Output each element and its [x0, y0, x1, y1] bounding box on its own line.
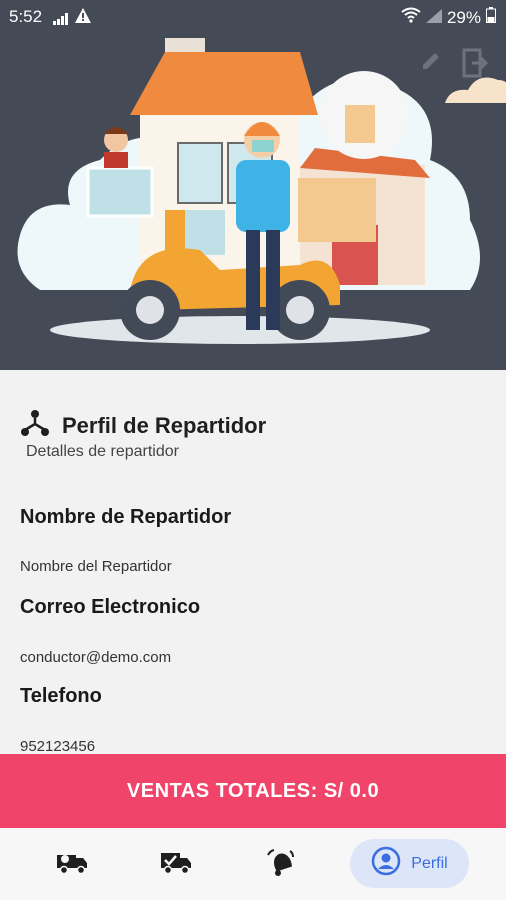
email-value: conductor@demo.com	[20, 649, 172, 666]
status-bar: 5:52 29%	[0, 0, 506, 34]
phone-value: 952123456	[20, 738, 96, 755]
email-label: Correo Electronico	[20, 596, 201, 618]
cell-signal-icon	[425, 8, 442, 28]
status-time: 5:52	[9, 7, 43, 26]
delivery-truck-icon	[56, 849, 88, 880]
edit-icon[interactable]	[420, 48, 444, 83]
logout-icon[interactable]	[462, 48, 489, 83]
nav-completed[interactable]	[152, 842, 200, 886]
name-value: Nombre del Repartidor	[20, 558, 172, 575]
truck-check-icon	[160, 849, 192, 880]
header-actions	[420, 48, 489, 83]
bottom-navigation: Perfil	[0, 828, 506, 900]
phone-label: Telefono	[20, 685, 102, 707]
nav-profile-label: Perfil	[411, 854, 448, 872]
battery-icon	[486, 7, 496, 28]
name-label: Nombre de Repartidor	[20, 506, 232, 528]
wifi-icon	[401, 7, 421, 28]
profile-heading: Perfil de Repartidor	[20, 408, 266, 443]
profile-header: 5:52 29%	[0, 0, 506, 370]
status-right: 29%	[401, 7, 496, 28]
warning-icon	[74, 7, 92, 30]
signal-icon	[53, 10, 69, 30]
profile-content: Perfil de Repartidor Detalles de reparti…	[0, 370, 506, 755]
nav-profile[interactable]: Perfil	[350, 839, 469, 888]
page-subtitle: Detalles de repartidor	[26, 443, 179, 460]
battery-text: 29%	[446, 7, 481, 27]
page-title: Perfil de Repartidor	[62, 412, 267, 438]
nav-deliveries[interactable]	[48, 842, 96, 886]
nav-notifications[interactable]	[256, 842, 304, 886]
profile-icon	[371, 846, 401, 881]
total-sales-button[interactable]: VENTAS TOTALES: S/ 0.0	[0, 754, 506, 828]
share-nodes-icon	[20, 408, 50, 443]
bell-icon	[265, 847, 295, 882]
